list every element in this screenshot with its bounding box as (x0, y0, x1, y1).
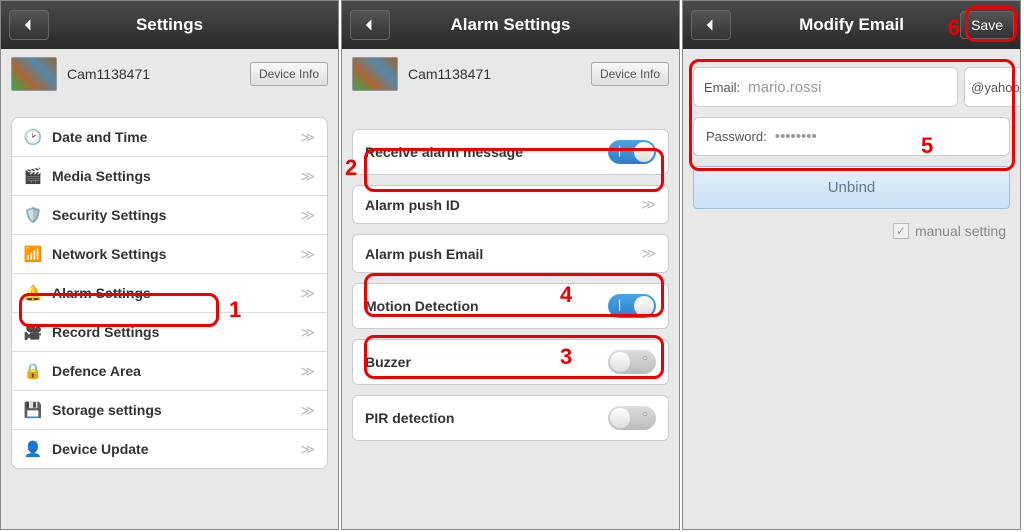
page-title: Alarm Settings (451, 15, 571, 35)
email-field-box[interactable]: Email: (693, 67, 958, 107)
page-title: Modify Email (799, 15, 904, 35)
row-record[interactable]: 🎥Record Settings≫ (12, 313, 327, 352)
header: Modify Email Save (683, 1, 1020, 49)
row-network[interactable]: 📶Network Settings≫ (12, 235, 327, 274)
email-input[interactable] (748, 79, 947, 96)
back-button[interactable] (350, 10, 390, 40)
password-row[interactable]: Password: (694, 118, 1009, 155)
camera-row: Cam1138471 Device Info (1, 49, 338, 99)
chevron-icon: ≫ (300, 129, 315, 146)
chevron-icon: ≫ (641, 245, 656, 262)
row-security[interactable]: 🛡️Security Settings≫ (12, 196, 327, 235)
modify-email-screen: Modify Email Save Email: @yahoo.it ⌄ Pas… (682, 0, 1021, 530)
row-push-id[interactable]: Alarm push ID ≫ (353, 186, 668, 223)
camera-icon: 🎥 (24, 323, 42, 341)
save-button[interactable]: Save (960, 11, 1014, 39)
antenna-icon: 📶 (24, 245, 42, 263)
chevron-icon: ≫ (300, 402, 315, 419)
chevron-icon: ≫ (300, 363, 315, 380)
chevron-icon: ≫ (300, 285, 315, 302)
back-button[interactable] (691, 10, 731, 40)
row-defence[interactable]: 🔒Defence Area≫ (12, 352, 327, 391)
alarm-settings-screen: Alarm Settings Cam1138471 Device Info Re… (341, 0, 680, 530)
chevron-icon: ≫ (300, 324, 315, 341)
row-buzzer[interactable]: Buzzer (353, 340, 668, 384)
row-receive-alarm[interactable]: Receive alarm message (353, 130, 668, 174)
email-label: Email: (704, 80, 740, 95)
row-push-email[interactable]: Alarm push Email ≫ (353, 235, 668, 272)
camera-name: Cam1138471 (67, 66, 150, 82)
row-date-time[interactable]: 🕑Date and Time≫ (12, 118, 327, 157)
password-label: Password: (706, 129, 767, 144)
device-info-button[interactable]: Device Info (250, 62, 328, 86)
row-update[interactable]: 👤Device Update≫ (12, 430, 327, 468)
row-media[interactable]: 🎬Media Settings≫ (12, 157, 327, 196)
media-icon: 🎬 (24, 167, 42, 185)
shield-icon: 🛡️ (24, 206, 42, 224)
settings-screen: Settings Cam1138471 Device Info 🕑Date an… (0, 0, 339, 530)
camera-thumbnail (352, 57, 398, 91)
checkbox-icon[interactable]: ✓ (893, 223, 909, 239)
bell-icon: 🔔 (24, 284, 42, 302)
camera-row: Cam1138471 Device Info (342, 49, 679, 99)
password-input[interactable] (775, 128, 997, 145)
toggle-buzzer[interactable] (608, 350, 656, 374)
page-title: Settings (136, 15, 203, 35)
row-motion[interactable]: Motion Detection (353, 284, 668, 328)
email-domain-select[interactable]: @yahoo.it ⌄ (964, 67, 1021, 107)
camera-thumbnail (11, 57, 57, 91)
chevron-icon: ≫ (300, 246, 315, 263)
device-info-button[interactable]: Device Info (591, 62, 669, 86)
toggle-pir[interactable] (608, 406, 656, 430)
manual-setting-row[interactable]: ✓ manual setting (683, 219, 1020, 243)
row-alarm[interactable]: 🔔Alarm Settings≫ (12, 274, 327, 313)
disk-icon: 💾 (24, 401, 42, 419)
header: Alarm Settings (342, 1, 679, 49)
clock-icon: 🕑 (24, 128, 42, 146)
lock-icon: 🔒 (24, 362, 42, 380)
settings-list: 🕑Date and Time≫ 🎬Media Settings≫ 🛡️Secur… (11, 117, 328, 469)
chevron-icon: ≫ (300, 207, 315, 224)
chevron-icon: ≫ (300, 441, 315, 458)
back-button[interactable] (9, 10, 49, 40)
header: Settings (1, 1, 338, 49)
user-icon: 👤 (24, 440, 42, 458)
toggle-motion[interactable] (608, 294, 656, 318)
chevron-icon: ≫ (300, 168, 315, 185)
row-pir[interactable]: PIR detection (353, 396, 668, 440)
camera-name: Cam1138471 (408, 66, 491, 82)
unbind-button[interactable]: Unbind (693, 166, 1010, 209)
toggle-receive-alarm[interactable] (608, 140, 656, 164)
row-storage[interactable]: 💾Storage settings≫ (12, 391, 327, 430)
manual-setting-label: manual setting (915, 223, 1006, 239)
chevron-icon: ≫ (641, 196, 656, 213)
